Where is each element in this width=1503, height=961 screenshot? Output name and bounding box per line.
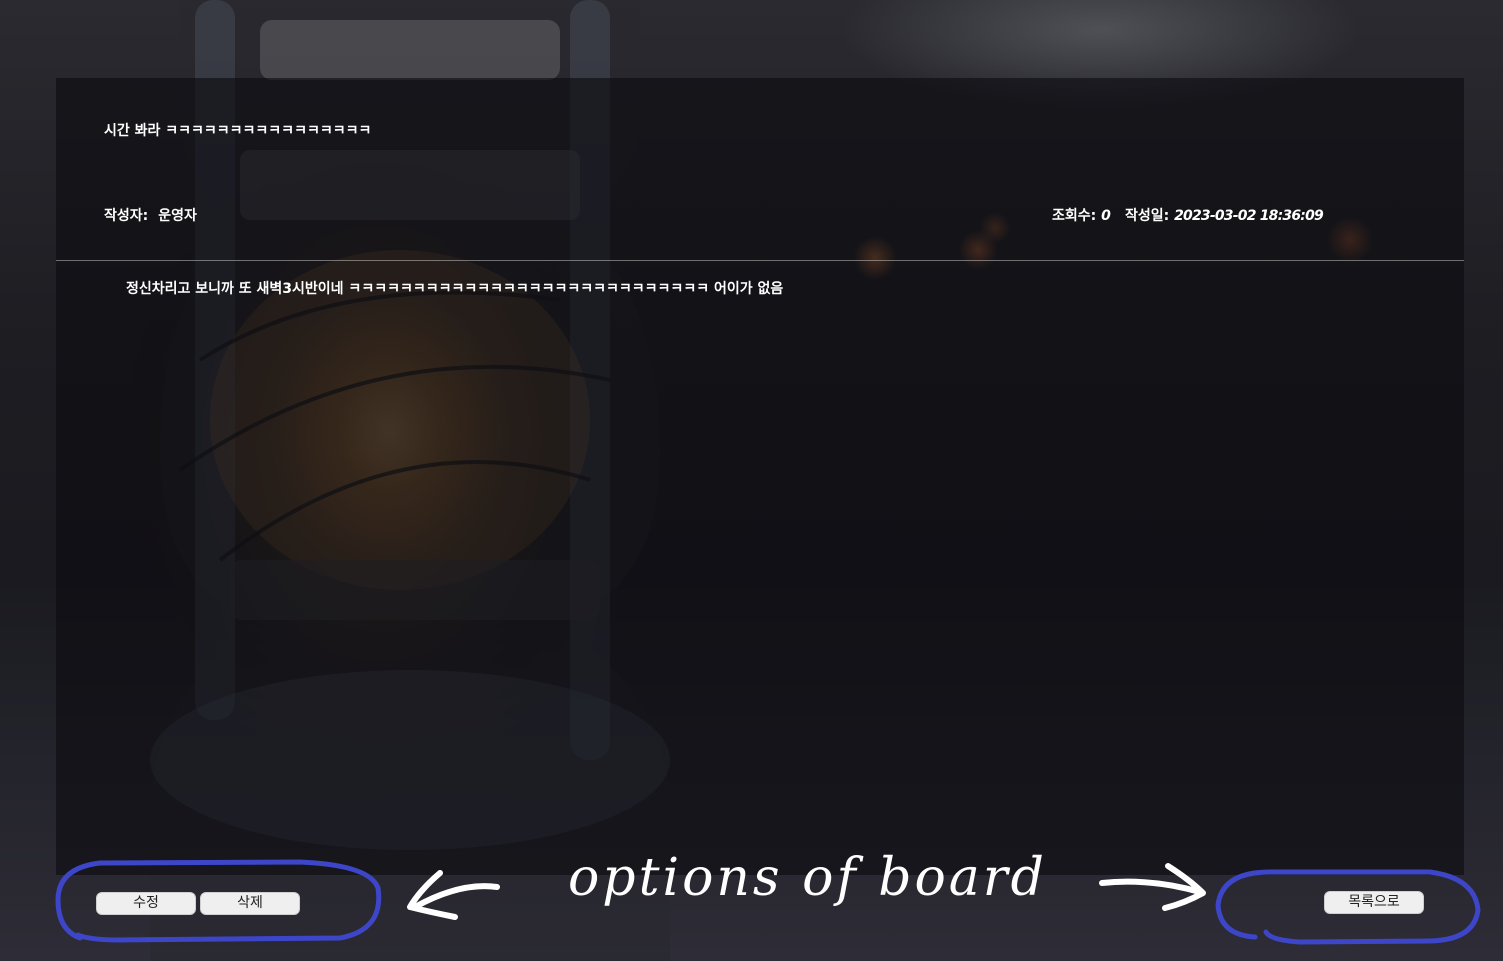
post-date: 2023-03-02 18:36:09 xyxy=(1174,208,1324,224)
post-title: 시간 봐라 ㅋㅋㅋㅋㅋㅋㅋㅋㅋㅋㅋㅋㅋㅋㅋㅋ xyxy=(104,123,372,139)
post-panel: 시간 봐라 ㅋㅋㅋㅋㅋㅋㅋㅋㅋㅋㅋㅋㅋㅋㅋㅋ 작성자: 운영자 조회수: 0 작성… xyxy=(56,78,1464,875)
back-to-list-button[interactable]: 목록으로 xyxy=(1324,891,1424,914)
post-body: 정신차리고 보니까 또 새벽3시반이네 ㅋㅋㅋㅋㅋㅋㅋㅋㅋㅋㅋㅋㅋㅋㅋㅋㅋㅋㅋㅋ… xyxy=(126,281,784,297)
date-label: 작성일: xyxy=(1124,208,1170,224)
edit-button[interactable]: 수정 xyxy=(96,892,196,915)
author-label: 작성자: xyxy=(104,208,149,224)
delete-button[interactable]: 삭제 xyxy=(200,892,300,915)
views-label: 조회수: xyxy=(1052,208,1097,224)
annotation-text: options of board xyxy=(568,848,1047,908)
header-divider xyxy=(56,260,1464,261)
author-name: 운영자 xyxy=(158,208,197,224)
views-count: 0 xyxy=(1101,208,1111,224)
post-meta-info: 조회수: 0 작성일: 2023-03-02 18:36:09 xyxy=(1052,205,1324,225)
post-author-info: 작성자: 운영자 xyxy=(104,205,197,225)
